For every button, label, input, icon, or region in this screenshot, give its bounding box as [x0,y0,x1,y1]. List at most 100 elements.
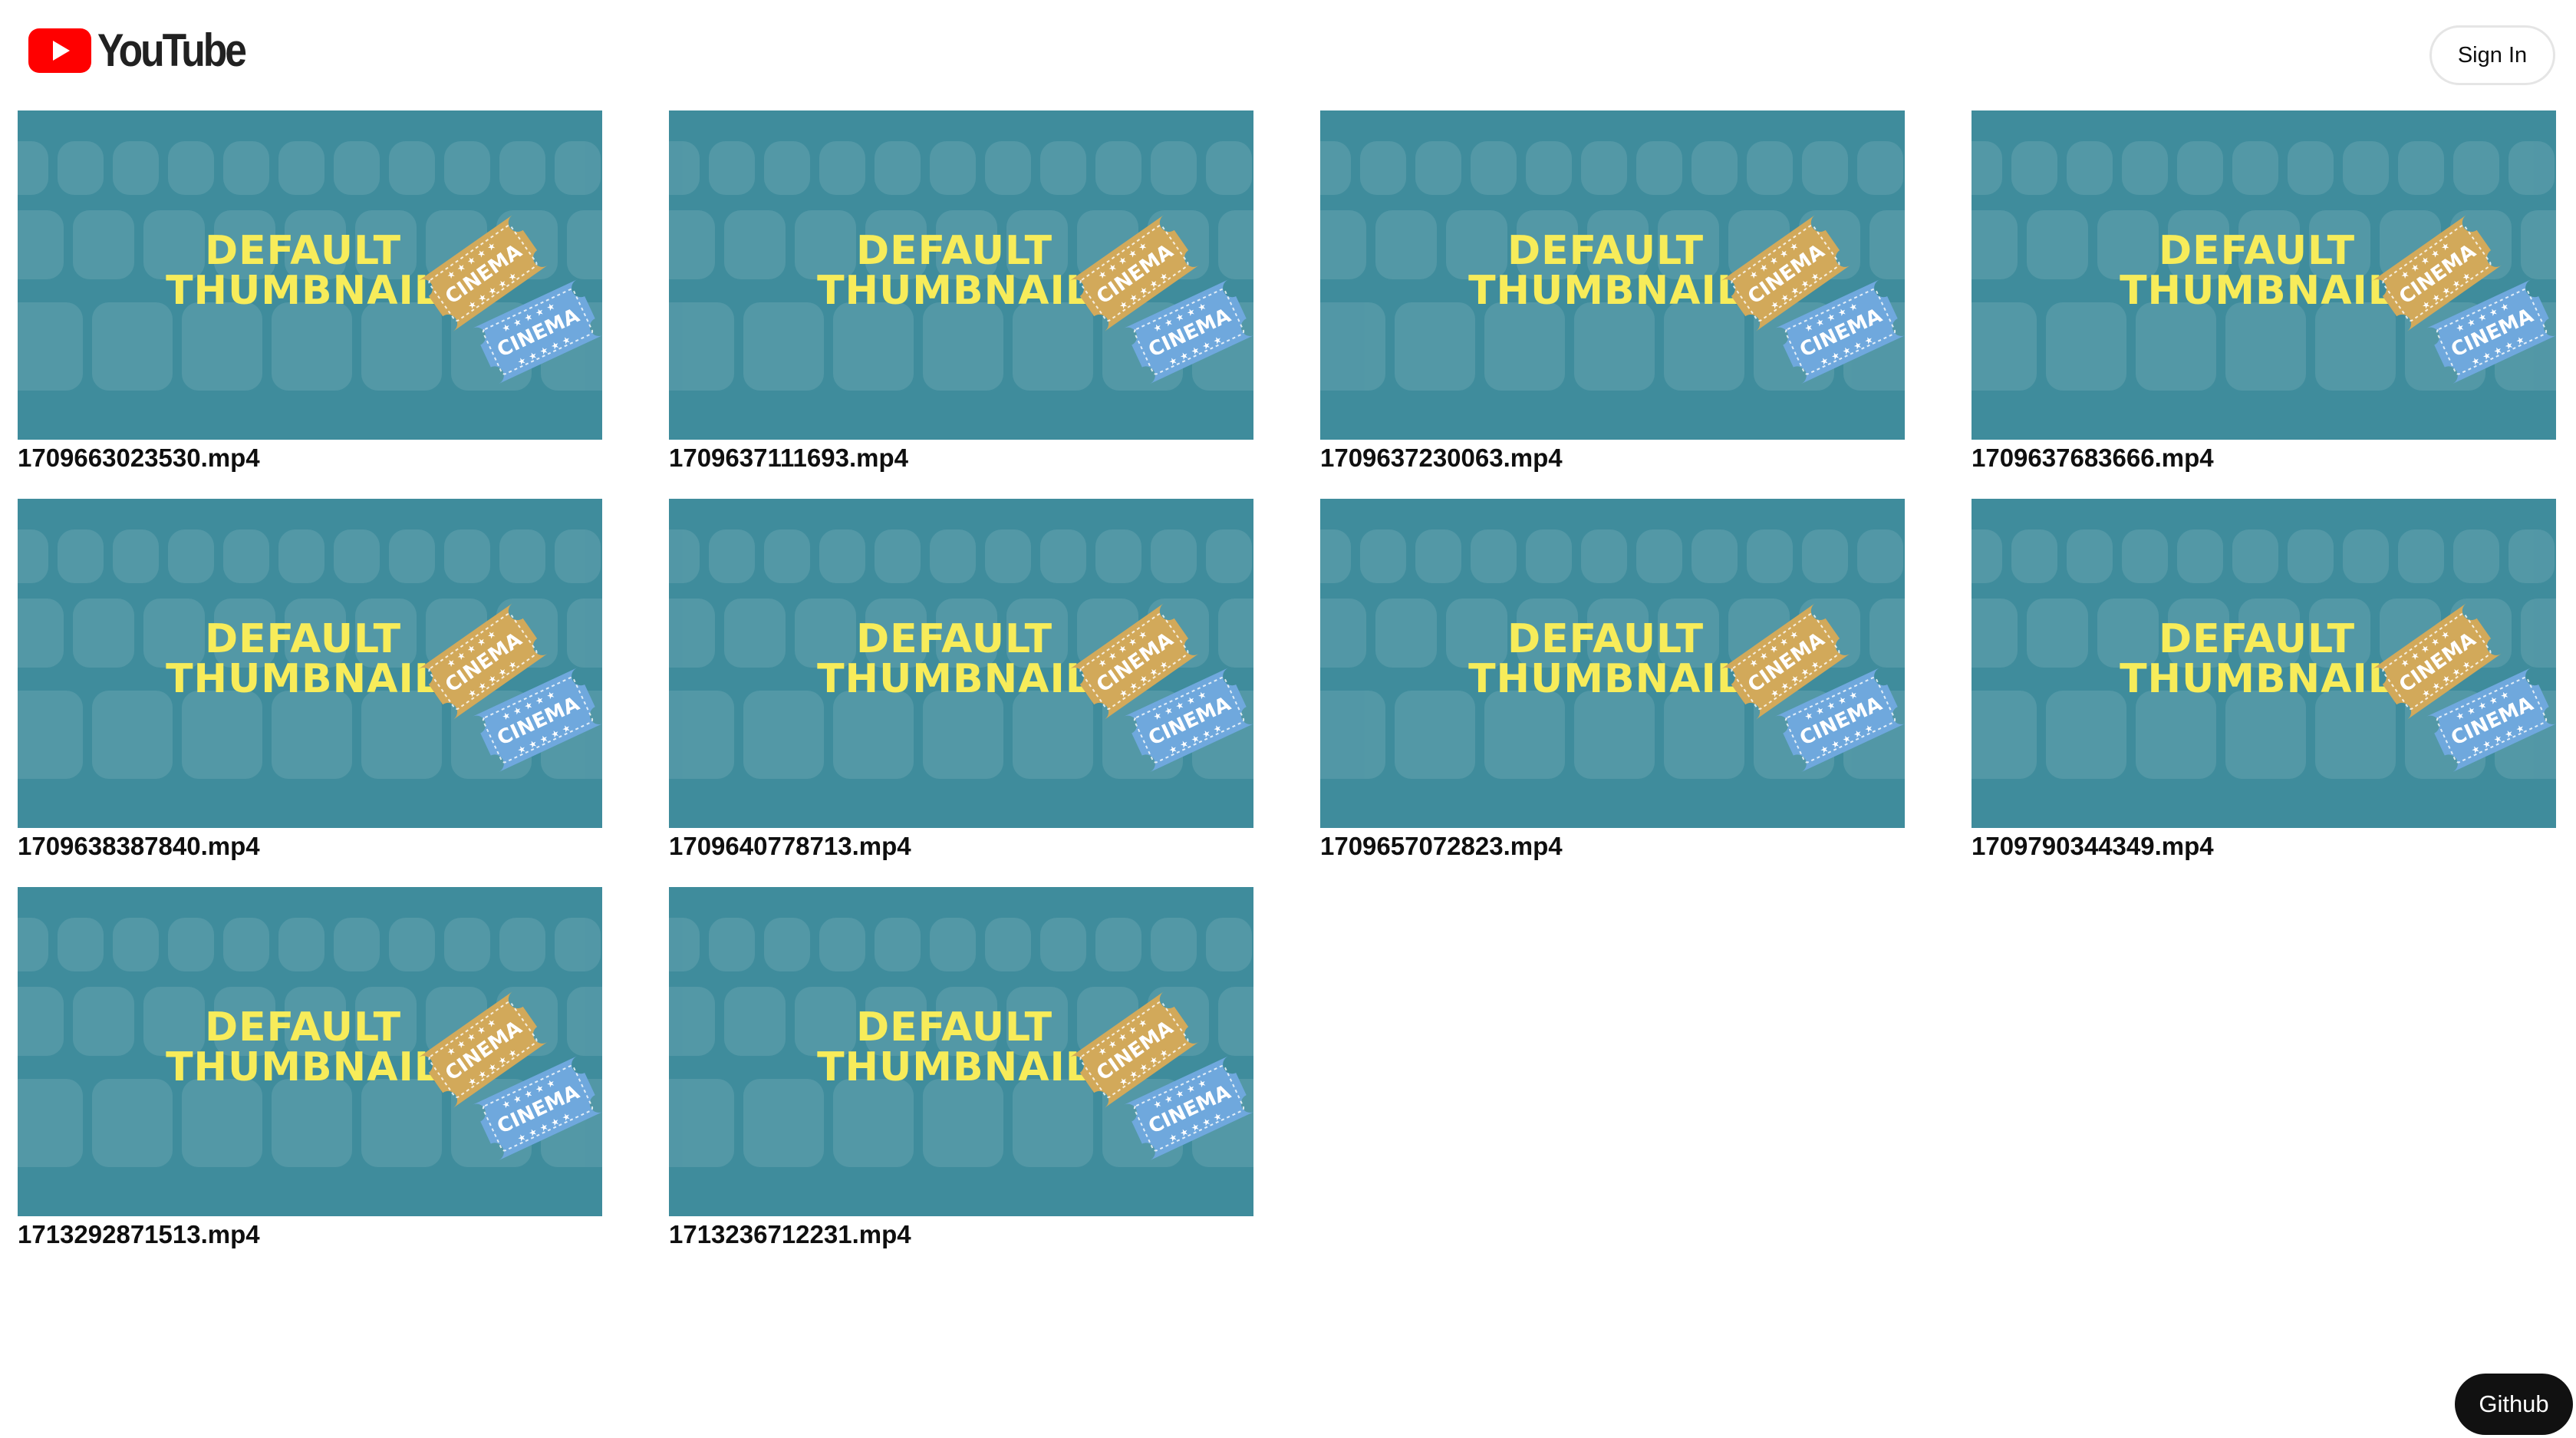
video-thumbnail[interactable]: DEFAULTTHUMBNAIL ★★★★★★★★★★CINEMA★★★★★★★★… [669,887,1253,1216]
youtube-logo[interactable]: YouTube [28,28,268,74]
seat-shape [724,210,786,279]
github-button[interactable]: Github [2455,1374,2573,1435]
seat-shape [499,918,545,971]
seat-shape [272,1079,352,1167]
seat-shape [875,141,921,195]
seat-shape [669,141,700,195]
seat-shape [18,529,48,583]
video-title[interactable]: 1709637230063.mp4 [1320,443,1905,473]
video-card[interactable]: DEFAULT THUMBNAIL ★ ★ ★ ★ ★ ★ ★ ★ ★ ★ CINEMA ★ ★ ★ ★ ★ ★ ★ ★… [18,110,602,473]
seat-shape [361,691,442,779]
seat-shape [669,210,715,279]
video-title[interactable]: 1709790344349.mp4 [1972,831,2556,862]
seat-shape [923,691,1003,779]
video-title[interactable]: 1709640778713.mp4 [669,831,1253,862]
video-card[interactable]: DEFAULT THUMBNAIL ★ ★ ★ ★ ★ ★ ★ ★ ★ ★ CINEMA ★ ★ ★ ★ ★ ★ ★ ★… [1320,499,1905,862]
seat-shape [833,302,914,391]
thumbnail-line1: DEFAULT [2159,228,2355,274]
video-thumbnail[interactable]: DEFAULTTHUMBNAIL ★★★★★★★★★★CINEMA★★★★★★★★… [18,887,602,1216]
video-title[interactable]: 1709637683666.mp4 [1972,443,2556,473]
seat-shape [1574,302,1655,391]
video-thumbnail[interactable]: DEFAULTTHUMBNAIL ★★★★★★★★★★CINEMA★★★★★★★★… [1320,499,1905,828]
seat-shape [18,987,64,1056]
seat-shape [555,529,601,583]
seat-shape [92,302,173,391]
logo-text: YouTube [97,25,247,76]
thumbnail-line1: DEFAULT [205,616,401,662]
seat-shape [1218,599,1253,668]
video-title[interactable]: 1709657072823.mp4 [1320,831,1905,862]
video-thumbnail[interactable]: DEFAULTTHUMBNAIL ★★★★★★★★★★CINEMA★★★★★★★★… [1972,110,2556,440]
video-title[interactable]: 1709663023530.mp4 [18,443,602,473]
seat-shape [1857,141,1903,195]
seat-shape [278,141,324,195]
video-thumbnail[interactable]: DEFAULTTHUMBNAIL ★★★★★★★★★★CINEMA★★★★★★★★… [18,499,602,828]
sign-in-button[interactable]: Sign In [2429,25,2555,85]
video-title[interactable]: 1713292871513.mp4 [18,1219,602,1250]
seat-shape [444,918,490,971]
seat-shape [223,529,269,583]
seat-shape [1095,529,1141,583]
seat-shape [18,599,64,668]
thumbnail-line1: DEFAULT [1507,616,1704,662]
seat-shape [1095,141,1141,195]
seat-shape [1206,918,1252,971]
seat-shape [669,691,734,779]
video-thumbnail[interactable]: DEFAULTTHUMBNAIL ★★★★★★★★★★CINEMA★★★★★★★★… [1972,499,2556,828]
seat-shape [1972,302,2037,391]
video-card[interactable]: DEFAULT THUMBNAIL ★ ★ ★ ★ ★ ★ ★ ★ ★ ★ CINEMA ★ ★ ★ ★ ★ ★ ★ ★… [18,887,602,1250]
seat-shape [73,987,134,1056]
seat-shape [743,691,824,779]
video-card[interactable]: DEFAULT THUMBNAIL ★ ★ ★ ★ ★ ★ ★ ★ ★ ★ CINEMA ★ ★ ★ ★ ★ ★ ★ ★… [669,499,1253,862]
seat-shape [764,918,810,971]
seat-shape [1692,141,1738,195]
seat-shape [2453,141,2499,195]
seat-shape [2046,691,2126,779]
seat-shape [1664,302,1744,391]
seat-shape [168,529,214,583]
thumbnail-line1: DEFAULT [856,616,1052,662]
seat-shape [1218,987,1253,1056]
seat-shape [1013,1079,1093,1167]
thumbnail-line2: THUMBNAIL [166,1044,440,1090]
seat-shape [819,918,865,971]
seat-shape [1664,691,1744,779]
video-title[interactable]: 1709638387840.mp4 [18,831,602,862]
seat-shape [833,1079,914,1167]
video-thumbnail[interactable]: DEFAULTTHUMBNAIL ★★★★★★★★★★CINEMA★★★★★★★★… [669,499,1253,828]
thumbnail-line2: THUMBNAIL [1468,656,1743,702]
seat-shape [2508,529,2555,583]
seat-shape [923,302,1003,391]
thumbnail-line1: DEFAULT [856,1004,1052,1050]
seat-shape [1151,141,1197,195]
seat-shape [724,599,786,668]
seat-shape [2136,691,2216,779]
video-thumbnail[interactable]: DEFAULTTHUMBNAIL ★★★★★★★★★★CINEMA★★★★★★★★… [18,110,602,440]
video-thumbnail[interactable]: DEFAULTTHUMBNAIL ★★★★★★★★★★CINEMA★★★★★★★★… [669,110,1253,440]
video-title[interactable]: 1713236712231.mp4 [669,1219,1253,1250]
seat-shape [1581,529,1627,583]
seat-shape [278,918,324,971]
video-card[interactable]: DEFAULT THUMBNAIL ★ ★ ★ ★ ★ ★ ★ ★ ★ ★ CINEMA ★ ★ ★ ★ ★ ★ ★ ★… [1320,110,1905,473]
seat-shape [669,599,715,668]
seat-shape [334,529,380,583]
seat-shape [1013,302,1093,391]
video-card[interactable]: DEFAULT THUMBNAIL ★ ★ ★ ★ ★ ★ ★ ★ ★ ★ CINEMA ★ ★ ★ ★ ★ ★ ★ ★… [1972,110,2556,473]
seat-shape [1574,691,1655,779]
seat-shape [2067,529,2113,583]
seat-shape [1415,141,1461,195]
video-title[interactable]: 1709637111693.mp4 [669,443,1253,473]
seat-shape [1526,141,1572,195]
thumbnail-line2: THUMBNAIL [166,268,440,314]
seat-shape [2177,141,2223,195]
seat-shape [1802,529,1848,583]
video-card[interactable]: DEFAULT THUMBNAIL ★ ★ ★ ★ ★ ★ ★ ★ ★ ★ CINEMA ★ ★ ★ ★ ★ ★ ★ ★… [18,499,602,862]
seat-shape [709,918,755,971]
seat-shape [819,529,865,583]
video-card[interactable]: DEFAULT THUMBNAIL ★ ★ ★ ★ ★ ★ ★ ★ ★ ★ CINEMA ★ ★ ★ ★ ★ ★ ★ ★… [669,110,1253,473]
video-card[interactable]: DEFAULT THUMBNAIL ★ ★ ★ ★ ★ ★ ★ ★ ★ ★ CINEMA ★ ★ ★ ★ ★ ★ ★ ★… [1972,499,2556,862]
seat-shape [272,691,352,779]
video-card[interactable]: DEFAULT THUMBNAIL ★ ★ ★ ★ ★ ★ ★ ★ ★ ★ CINEMA ★ ★ ★ ★ ★ ★ ★ ★… [669,887,1253,1250]
seat-shape [182,302,262,391]
video-thumbnail[interactable]: DEFAULTTHUMBNAIL ★★★★★★★★★★CINEMA★★★★★★★★… [1320,110,1905,440]
